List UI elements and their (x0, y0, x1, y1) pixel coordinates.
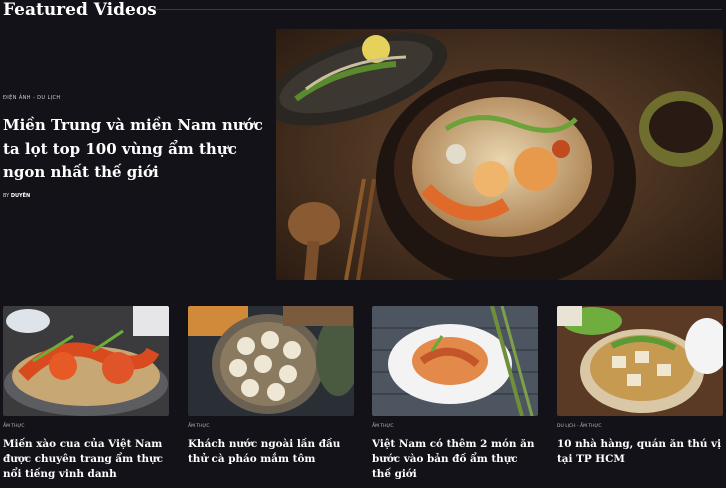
soup-bowl-photo-icon (557, 306, 723, 416)
card-thumbnail[interactable] (188, 306, 354, 416)
header-divider (155, 9, 722, 10)
author-name[interactable]: DUYÊN (11, 193, 30, 199)
card-category[interactable]: Ẩm thực (188, 424, 210, 429)
featured-title[interactable]: Miền Trung và miền Nam nước ta lọt top 1… (3, 114, 265, 185)
card-category[interactable]: Ẩm thực (3, 424, 25, 429)
card-thumbnail[interactable] (3, 306, 169, 416)
card-category[interactable]: Ẩm thực (372, 424, 394, 429)
card-title[interactable]: Miến xào cua của Việt Nam được chuyên tr… (3, 437, 171, 482)
card-title[interactable]: Việt Nam có thêm 2 món ăn bước vào bản đ… (372, 437, 540, 482)
featured-article: Điện ảnh - Du lịch Miền Trung và miền Na… (3, 90, 268, 199)
card-thumbnail[interactable] (372, 306, 538, 416)
card-title[interactable]: Khách nước ngoài lần đầu thử cà pháo mắm… (188, 437, 356, 467)
section-header: Featured Videos (0, 0, 726, 22)
fermented-dish-photo-icon (188, 306, 354, 416)
featured-author: BY DUYÊN (3, 193, 30, 199)
author-prefix: BY (3, 193, 10, 199)
crab-noodle-photo-icon (3, 306, 169, 416)
featured-category[interactable]: Điện ảnh - Du lịch (3, 95, 268, 101)
featured-video-thumbnail[interactable] (276, 29, 723, 280)
noodle-plate-photo-icon (372, 306, 538, 416)
food-photo-icon (276, 29, 723, 280)
card-thumbnail[interactable] (557, 306, 723, 416)
section-title: Featured Videos (3, 0, 157, 20)
card-category[interactable]: Du lịch - Ẩm thực (557, 424, 602, 429)
card-title[interactable]: 10 nhà hàng, quán ăn thú vị tại TP HCM (557, 437, 725, 467)
